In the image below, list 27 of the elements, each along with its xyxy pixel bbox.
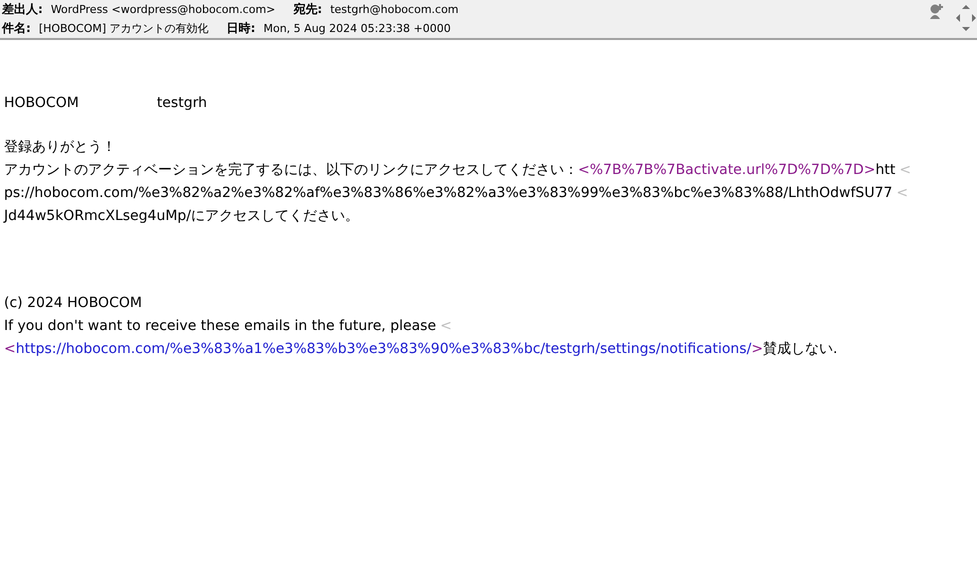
field-value: testgrh@hobocom.com bbox=[330, 3, 459, 16]
body-text: If you don't want to receive these emails in the future, please bbox=[4, 317, 436, 336]
body-text: 登録ありがとう！ bbox=[4, 138, 116, 157]
unsubscribe-link[interactable]: https://hobocom.com/%e3%83%a1%e3%83%b3%e3%83%90%e3%83%bc/testgrh/settings/notifications/ bbox=[16, 338, 752, 361]
field-label: 件名: bbox=[2, 20, 31, 37]
quote-mark: < bbox=[899, 161, 912, 180]
link-bracket: > bbox=[751, 340, 764, 359]
body-text: Jd44w5kORmcXLseg4uMp/にアクセスしてください。 bbox=[4, 207, 360, 226]
activate-link[interactable]: <%7B%7B%7Bactivate.url%7D%7D%7D> bbox=[578, 159, 876, 182]
navigation-arrows-icon[interactable] bbox=[955, 3, 977, 33]
field-label: 差出人: bbox=[2, 1, 43, 18]
field-value: Mon, 5 Aug 2024 05:23:38 +0000 bbox=[263, 22, 451, 35]
quote-mark: < bbox=[896, 184, 908, 203]
quote-mark: < bbox=[440, 317, 452, 336]
field-label: 宛先: bbox=[293, 1, 322, 18]
link-bracket: < bbox=[4, 340, 16, 359]
body-text: 賛成しない. bbox=[763, 340, 838, 359]
field-value: WordPress <wordpress@hobocom.com> bbox=[50, 3, 276, 16]
body-text: htt bbox=[875, 161, 896, 180]
add-contact-icon[interactable] bbox=[928, 3, 945, 20]
body-text: (c) 2024 HOBOCOM bbox=[4, 294, 142, 313]
field-value: [HOBOCOM] アカウントの有効化 bbox=[38, 21, 209, 36]
body-text: ps://hobocom.com/%e3%82%a2%e3%82%af%e3%83%86%e3%82%a3%e3%83%99%e3%83%bc%e3%83%88/LhthOdwfSU77 bbox=[4, 184, 892, 203]
field-label: 日時: bbox=[226, 20, 256, 37]
body-text: testgrh bbox=[156, 94, 207, 113]
body-text: アカウントのアクティベーションを完了するには、以下のリンクにアクセスしてください： bbox=[4, 161, 578, 180]
body-text: HOBOCOM bbox=[4, 94, 79, 113]
